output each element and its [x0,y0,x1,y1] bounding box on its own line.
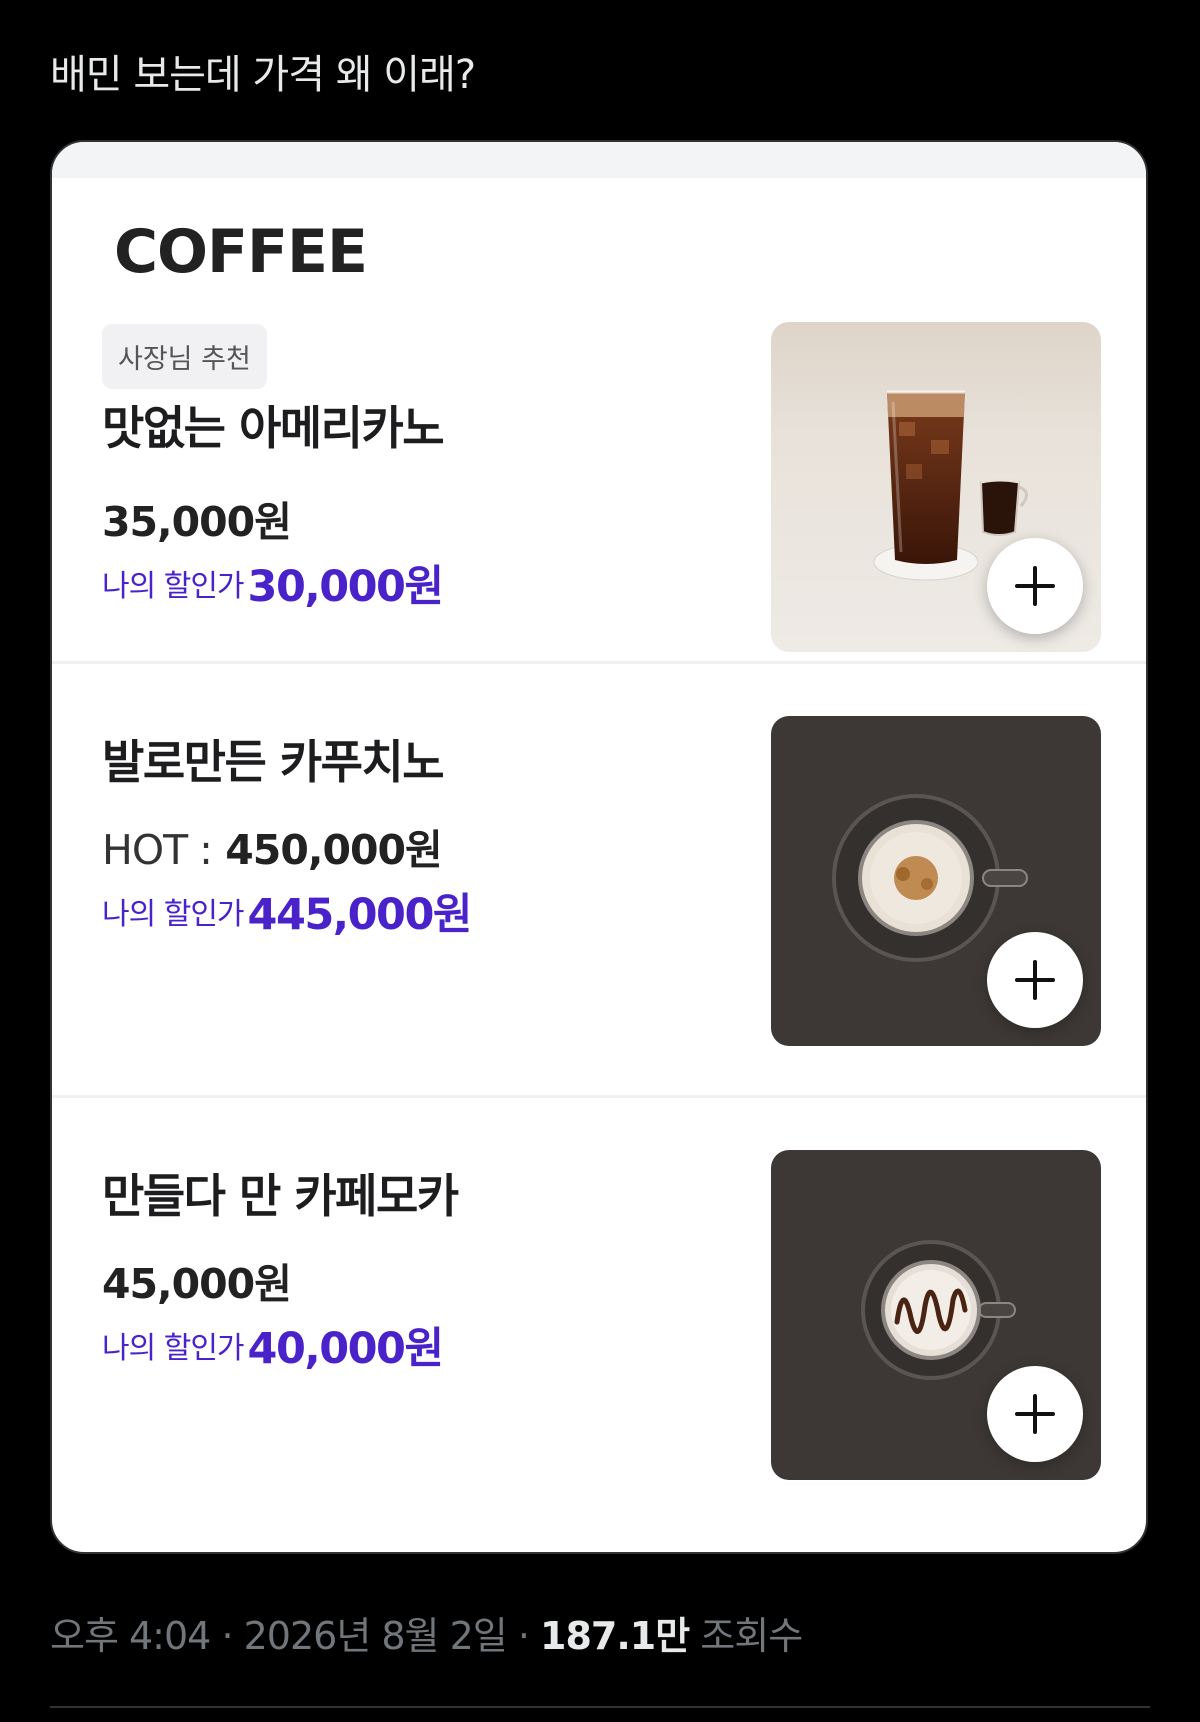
cappuccino-image[interactable] [771,716,1101,1046]
discount-price: 445,000원 [247,890,473,940]
add-to-cart-button[interactable] [987,1366,1083,1462]
discount-label: 나의 할인가 [102,1331,245,1366]
cafe-mocha-image[interactable] [771,1150,1101,1480]
item-name: 만들다 만 카페모카 [102,1169,459,1223]
iced-americano-image[interactable] [771,322,1101,652]
price-option: HOT : [102,826,213,874]
menu-item-cappuccino[interactable]: 발로만든 카푸치노 HOT : 450,000원 나의 할인가445,000원 [52,664,1146,1098]
item-price: 35,000원 [102,488,292,548]
recommend-badge: 사장님 추천 [102,324,267,389]
tweet-text: 배민 보는데 가격 왜 이래? [50,52,476,98]
discount-price-row: 나의 할인가445,000원 [102,880,473,942]
discount-price: 40,000원 [247,1324,445,1374]
item-name: 발로만든 카푸치노 [102,735,445,789]
view-count: 187.1만 [540,1614,690,1658]
item-price-value: 450,000원 [225,826,442,874]
menu-item-americano[interactable]: 사장님 추천 맛없는 아메리카노 35,000원 나의 할인가30,000원 [52,232,1146,664]
discount-price: 30,000원 [247,562,445,612]
view-label: 조회수 [700,1614,803,1658]
divider [50,1706,1150,1708]
item-price-value: 45,000원 [102,1260,292,1308]
add-to-cart-button[interactable] [987,932,1083,1028]
item-name: 맛없는 아메리카노 [102,401,445,455]
discount-label: 나의 할인가 [102,569,245,604]
discount-label: 나의 할인가 [102,897,245,932]
plus-icon [1015,960,1055,1000]
discount-price-row: 나의 할인가40,000원 [102,1314,445,1376]
card-top-strip [52,142,1146,178]
post-time[interactable]: 오후 4:04 [50,1614,211,1658]
meta-separator: · [221,1614,233,1658]
item-price-value: 35,000원 [102,498,292,546]
plus-icon [1015,1394,1055,1434]
item-price: HOT : 450,000원 [102,816,443,876]
item-price: 45,000원 [102,1250,292,1310]
discount-price-row: 나의 할인가30,000원 [102,552,445,614]
meta-separator: · [517,1614,530,1658]
post-date[interactable]: 2026년 8월 2일 [244,1614,508,1658]
add-to-cart-button[interactable] [987,538,1083,634]
plus-icon [1015,566,1055,606]
menu-item-cafe-mocha[interactable]: 만들다 만 카페모카 45,000원 나의 할인가40,000원 [52,1098,1146,1552]
menu-card-image[interactable]: COFFEE 사장님 추천 맛없는 아메리카노 35,000원 나의 할인가30… [50,140,1148,1554]
tweet-meta: 오후 4:04 · 2026년 8월 2일 · 187.1만 조회수 [50,1605,803,1660]
